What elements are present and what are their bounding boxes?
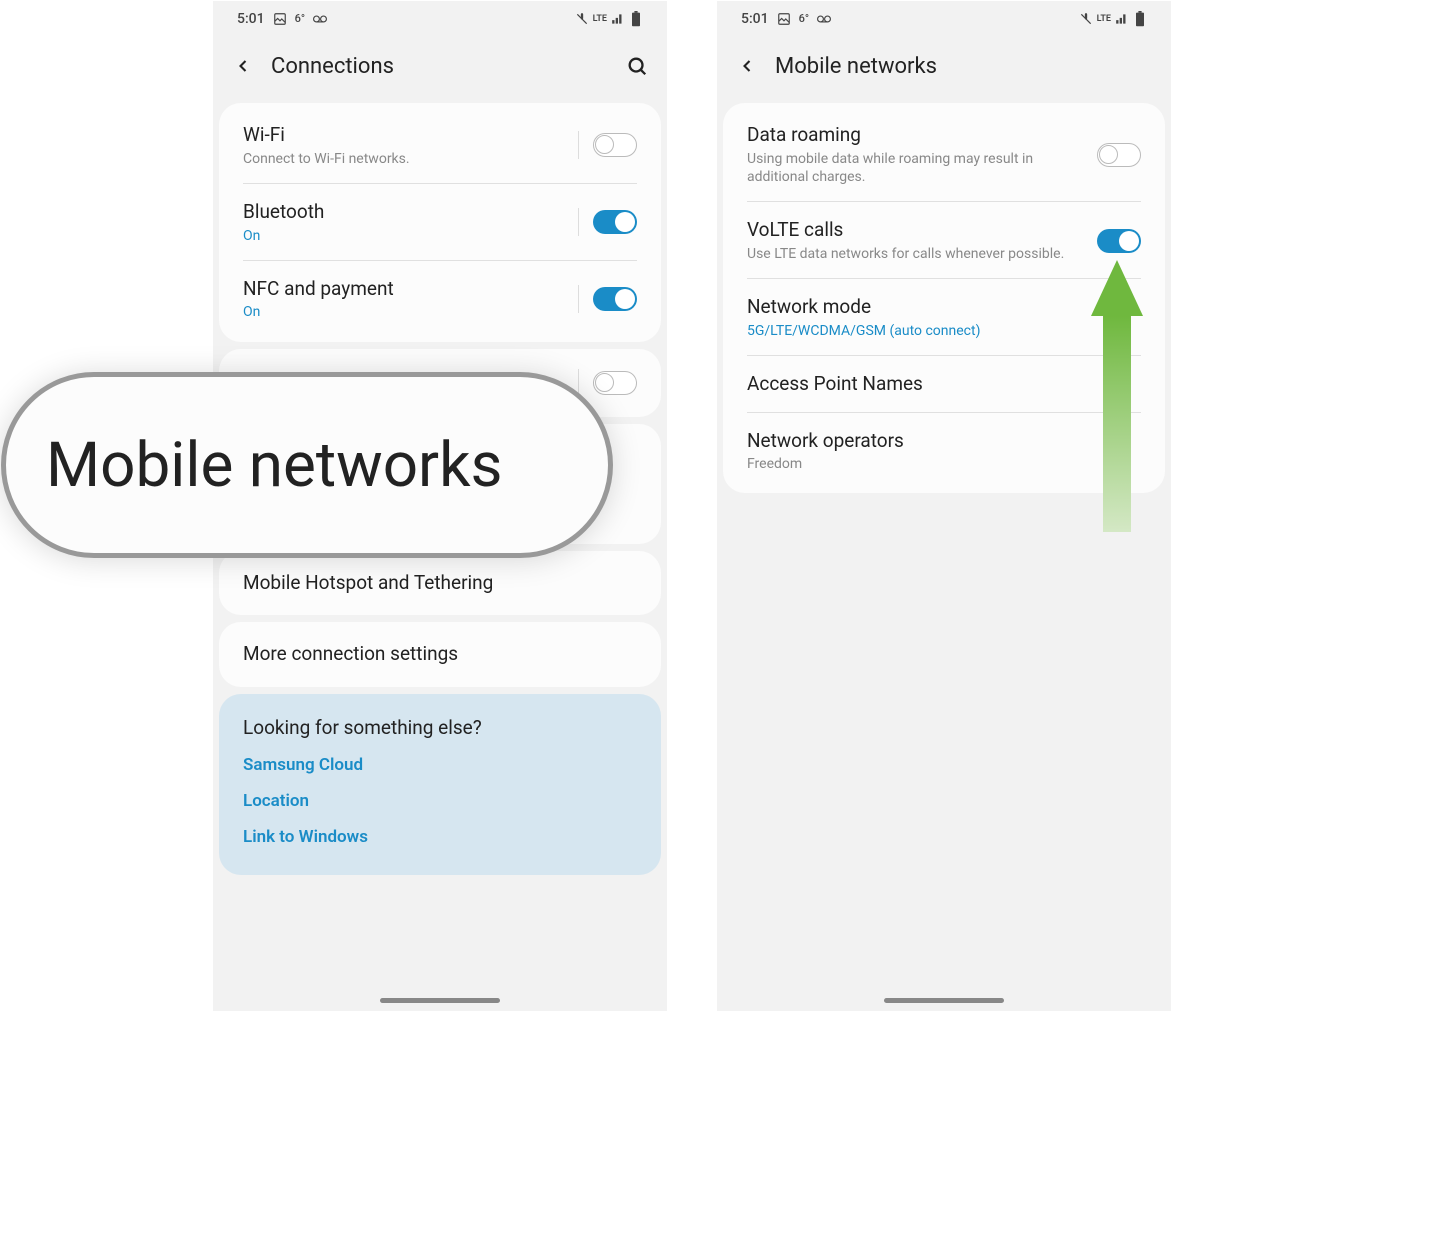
- mute-icon: [1079, 12, 1093, 26]
- voicemail-icon: [313, 12, 327, 26]
- toggle-divider: [578, 285, 579, 313]
- volte-title: VoLTE calls: [747, 218, 1087, 243]
- link-samsung-cloud[interactable]: Samsung Cloud: [219, 747, 661, 783]
- setting-wifi[interactable]: Wi-Fi Connect to Wi-Fi networks.: [219, 107, 661, 184]
- setting-more-connection[interactable]: More connection settings: [219, 626, 661, 683]
- toggle-divider: [578, 208, 579, 236]
- operators-title: Network operators: [747, 429, 1131, 454]
- card-more-settings: More connection settings: [219, 622, 661, 687]
- lte-label: LTE: [1097, 14, 1111, 24]
- volte-toggle[interactable]: [1097, 229, 1141, 253]
- roaming-title: Data roaming: [747, 123, 1087, 148]
- header-connections: Connections: [213, 36, 667, 96]
- header-title: Connections: [271, 54, 609, 79]
- toggle-divider: [578, 131, 579, 159]
- signal-icon: [1115, 12, 1129, 26]
- nav-bar[interactable]: [380, 998, 500, 1003]
- back-button[interactable]: [735, 54, 759, 78]
- setting-hotspot[interactable]: Mobile Hotspot and Tethering: [219, 555, 661, 612]
- flight-mode-toggle[interactable]: [593, 371, 637, 395]
- roaming-toggle[interactable]: [1097, 143, 1141, 167]
- status-time: 5:01: [741, 11, 769, 27]
- operators-subtitle: Freedom: [747, 455, 1131, 473]
- image-icon: [777, 12, 791, 26]
- header-title: Mobile networks: [775, 54, 1153, 79]
- search-button[interactable]: [625, 54, 649, 78]
- setting-data-roaming[interactable]: Data roaming Using mobile data while roa…: [723, 107, 1165, 202]
- header-mobile-networks: Mobile networks: [717, 36, 1171, 96]
- image-icon: [273, 12, 287, 26]
- card-hotspot: Mobile Hotspot and Tethering: [219, 551, 661, 616]
- card-wireless: Wi-Fi Connect to Wi-Fi networks. Bluetoo…: [219, 103, 661, 342]
- status-temp: 6°: [295, 12, 305, 25]
- arrow-shaft: [1103, 316, 1131, 532]
- more-connection-title: More connection settings: [243, 642, 627, 667]
- roaming-subtitle: Using mobile data while roaming may resu…: [747, 150, 1087, 186]
- card-suggestions: Looking for something else? Samsung Clou…: [219, 694, 661, 875]
- bluetooth-title: Bluetooth: [243, 200, 568, 225]
- nav-bar[interactable]: [884, 998, 1004, 1003]
- callout-mobile-networks: Mobile networks: [1, 372, 613, 558]
- setting-nfc[interactable]: NFC and payment On: [219, 261, 661, 338]
- link-location[interactable]: Location: [219, 783, 661, 819]
- bluetooth-subtitle: On: [243, 227, 568, 245]
- lte-label: LTE: [593, 14, 607, 24]
- wifi-toggle[interactable]: [593, 133, 637, 157]
- arrow-head-icon: [1091, 260, 1143, 316]
- wifi-subtitle: Connect to Wi-Fi networks.: [243, 150, 568, 168]
- status-temp: 6°: [799, 12, 809, 25]
- status-bar: 5:01 6° LTE: [717, 1, 1171, 36]
- wifi-title: Wi-Fi: [243, 123, 568, 148]
- bluetooth-toggle[interactable]: [593, 210, 637, 234]
- mute-icon: [575, 12, 589, 26]
- voicemail-icon: [817, 12, 831, 26]
- nfc-title: NFC and payment: [243, 277, 568, 302]
- signal-icon: [611, 12, 625, 26]
- suggestions-title: Looking for something else?: [219, 698, 661, 747]
- nfc-subtitle: On: [243, 303, 568, 321]
- back-button[interactable]: [231, 54, 255, 78]
- network-mode-title: Network mode: [747, 295, 1131, 320]
- setting-bluetooth[interactable]: Bluetooth On: [219, 184, 661, 261]
- hotspot-title: Mobile Hotspot and Tethering: [243, 571, 627, 596]
- link-to-windows[interactable]: Link to Windows: [219, 819, 661, 855]
- apn-title: Access Point Names: [747, 372, 1131, 397]
- network-mode-subtitle: 5G/LTE/WCDMA/GSM (auto connect): [747, 322, 1131, 340]
- nfc-toggle[interactable]: [593, 287, 637, 311]
- callout-text: Mobile networks: [46, 429, 503, 502]
- status-bar: 5:01 6° LTE: [213, 1, 667, 36]
- arrow-annotation: [1091, 260, 1143, 532]
- volte-subtitle: Use LTE data networks for calls whenever…: [747, 245, 1087, 263]
- battery-icon: [629, 12, 643, 26]
- battery-icon: [1133, 12, 1147, 26]
- status-time: 5:01: [237, 11, 265, 27]
